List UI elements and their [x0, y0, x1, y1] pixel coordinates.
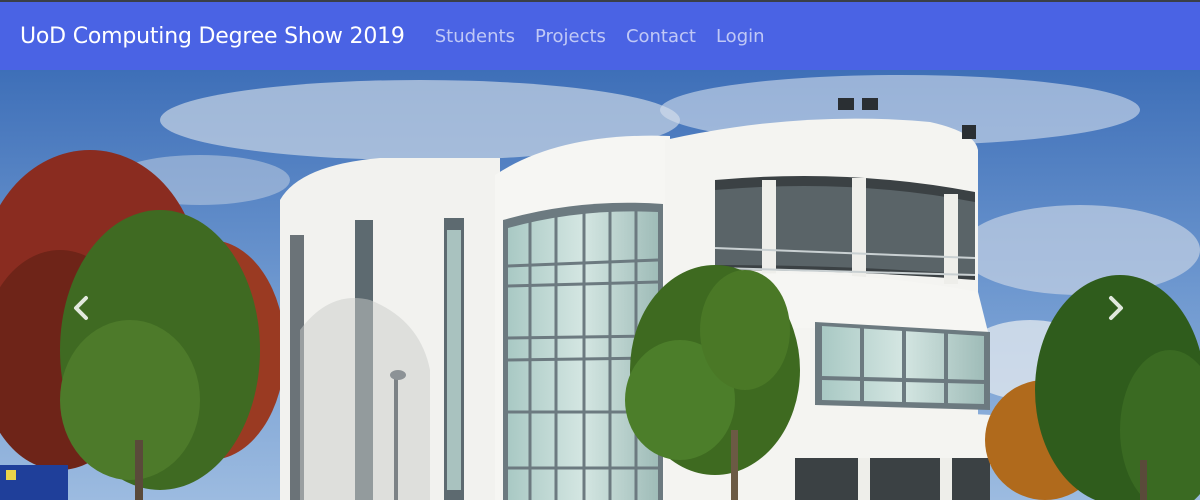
chevron-right-icon: [1109, 296, 1123, 320]
image-carousel: [0, 70, 1200, 500]
nav-link-contact[interactable]: Contact: [626, 26, 696, 47]
nav-link-projects[interactable]: Projects: [535, 26, 606, 47]
nav-link-login[interactable]: Login: [716, 26, 765, 47]
nav-links: Students Projects Contact Login: [435, 26, 785, 47]
navbar: UoD Computing Degree Show 2019 Students …: [0, 0, 1200, 70]
nav-link-students[interactable]: Students: [435, 26, 515, 47]
carousel-next-button[interactable]: [1106, 295, 1146, 335]
carousel-slide-image: [0, 70, 1200, 500]
brand-link[interactable]: UoD Computing Degree Show 2019: [20, 24, 405, 49]
carousel-prev-button[interactable]: [71, 295, 111, 335]
chevron-left-icon: [74, 296, 88, 320]
